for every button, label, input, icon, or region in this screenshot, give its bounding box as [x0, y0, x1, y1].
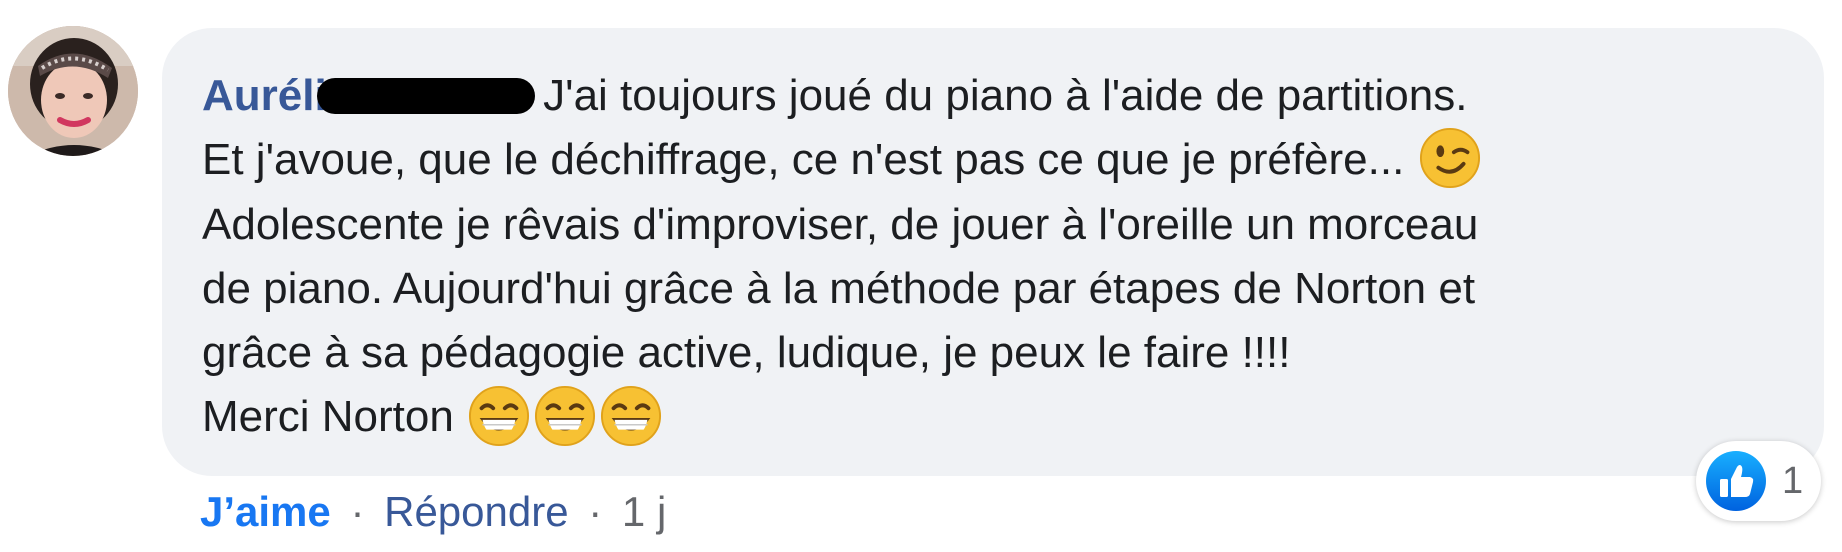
winking-face-emoji [1419, 127, 1481, 189]
comment-line-6: Merci Norton [202, 385, 1784, 450]
grinning-face-emoji [534, 385, 596, 447]
comment-text: Aurélie J'ai toujours joué du piano à l'a… [202, 64, 1784, 451]
avatar-photo [8, 26, 138, 156]
comment-text-line: J'ai toujours joué du piano à l'aide de … [543, 71, 1468, 120]
comment-text-line: Adolescente je rêvais d'improviser, de j… [202, 200, 1479, 250]
comment-text-line: Merci Norton [202, 392, 454, 442]
comment-line-5: grâce à sa pédagogie active, ludique, je… [202, 321, 1784, 385]
grinning-face-emoji [468, 385, 530, 447]
reaction-summary[interactable]: 1 [1696, 441, 1822, 521]
reaction-count: 1 [1782, 459, 1804, 502]
redacted-surname [317, 78, 536, 115]
comment-text-line: de piano. Aujourd'hui grâce à la méthode… [202, 264, 1476, 314]
thumbs-up-icon [1704, 449, 1768, 513]
comment-actions: J’aime · Répondre · 1 j [200, 486, 666, 538]
comment-bubble: Aurélie J'ai toujours joué du piano à l'a… [162, 28, 1824, 476]
grinning-face-emoji [600, 385, 662, 447]
comment-text-line: Et j'avoue, que le déchiffrage, ce n'est… [202, 135, 1405, 184]
separator: · [350, 488, 365, 535]
like-button[interactable]: J’aime [200, 488, 331, 535]
comment-text-line: grâce à sa pédagogie active, ludique, je… [202, 328, 1291, 378]
reply-button[interactable]: Répondre [384, 488, 568, 535]
comment-line-3: Adolescente je rêvais d'improviser, de j… [202, 193, 1784, 257]
avatar[interactable] [8, 26, 138, 156]
separator: · [588, 488, 603, 535]
comment-line-4: de piano. Aujourd'hui grâce à la méthode… [202, 257, 1784, 321]
comment-line-1: Aurélie J'ai toujours joué du piano à l'a… [202, 64, 1784, 128]
timestamp[interactable]: 1 j [622, 488, 666, 535]
comment-line-2: Et j'avoue, que le déchiffrage, ce n'est… [202, 128, 1784, 193]
